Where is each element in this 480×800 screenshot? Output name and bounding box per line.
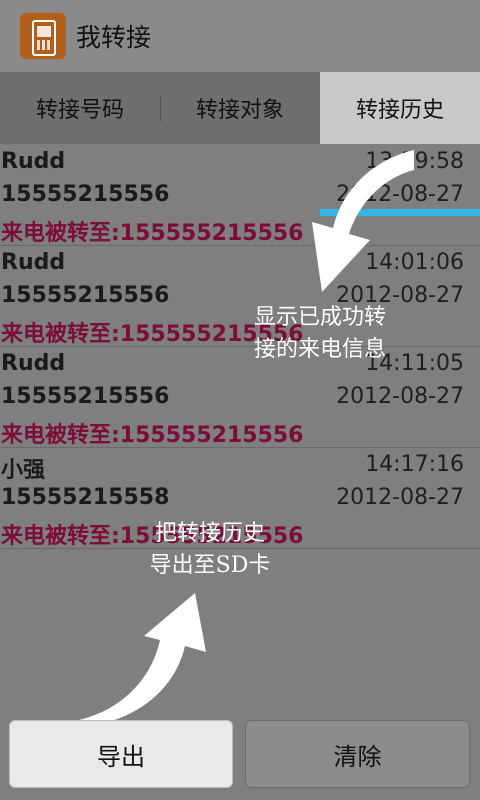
hint-top: 显示已成功转 接的来电信息 (240, 302, 400, 366)
export-button[interactable]: 导出 (9, 720, 233, 788)
call-time: 13:59:58 (365, 149, 464, 174)
curved-arrow-icon (68, 593, 206, 726)
caller-number: 15555215558 (1, 485, 170, 510)
caller-name: 小强 (1, 458, 46, 483)
call-time: 14:01:06 (365, 250, 464, 275)
app-title: 我转接 (76, 23, 152, 52)
caller-name: Rudd (1, 250, 66, 275)
hint-top-line1: 显示已成功转 (253, 305, 386, 330)
tab-forward-number[interactable]: 转接号码 (0, 72, 160, 144)
caller-number: 15555215556 (1, 283, 170, 308)
call-date: 2012-08-27 (336, 485, 464, 510)
hint-top-line2: 接的来电信息 (253, 337, 386, 362)
caller-number: 15555215556 (1, 182, 170, 207)
phone-app-icon (20, 13, 66, 59)
clear-button[interactable]: 清除 (245, 720, 470, 788)
call-date: 2012-08-27 (336, 384, 464, 409)
call-time: 14:17:16 (365, 452, 464, 477)
hint-bottom-line1: 把转接历史 (154, 521, 265, 546)
tab-forward-target[interactable]: 转接对象 (160, 72, 320, 144)
hint-bottom: 把转接历史 导出至SD卡 (135, 518, 285, 582)
history-row[interactable]: Rudd 13:59:58 15555215556 2012-08-27 来电被… (0, 145, 480, 246)
caller-name: Rudd (1, 351, 66, 376)
forward-info: 来电被转至:155555215556 (1, 221, 304, 246)
hint-bottom-line2: 导出至SD卡 (149, 553, 271, 578)
forward-info: 来电被转至:155555215556 (1, 423, 304, 448)
call-date: 2012-08-27 (336, 182, 464, 207)
phone-icon (32, 20, 56, 56)
tab-forward-history[interactable]: 转接历史 (320, 72, 480, 144)
caller-number: 15555215556 (1, 384, 170, 409)
action-bar: 我转接 (0, 0, 480, 72)
caller-name: Rudd (1, 149, 66, 174)
tab-bar: 转接号码 转接对象 转接历史 (0, 72, 480, 216)
